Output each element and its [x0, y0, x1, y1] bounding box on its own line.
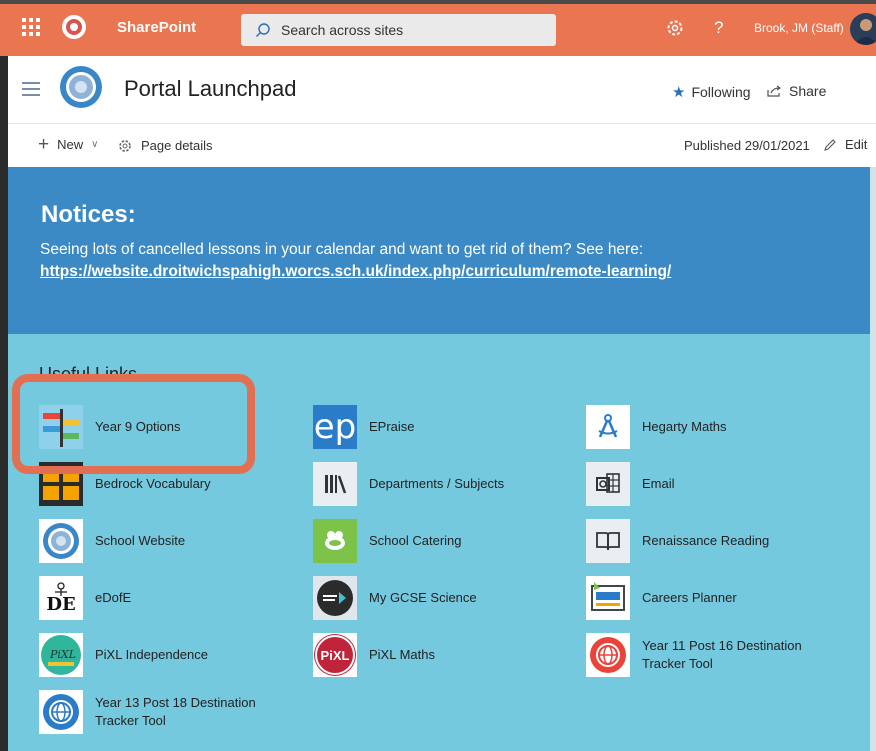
page-details-button[interactable]: Page details — [118, 138, 213, 153]
dofe-logo-text: DE — [46, 594, 76, 615]
star-icon: ★ — [672, 84, 686, 101]
pixl-independence-icon: PiXL — [39, 633, 83, 677]
suite-bar: SharePoint Search across sites ? Brook, … — [0, 0, 876, 56]
catering-icon — [313, 519, 357, 563]
command-bar: + New ∨ Page details Published 29/01/202… — [8, 124, 876, 167]
link-edofe[interactable]: DE eDofE — [39, 576, 131, 620]
link-departments-subjects[interactable]: Departments / Subjects — [313, 462, 504, 506]
link-epraise[interactable]: ep EPraise — [313, 405, 415, 449]
nav-menu-icon[interactable] — [22, 82, 40, 100]
link-label: Hegarty Maths — [642, 419, 727, 434]
gear-icon — [119, 139, 131, 152]
share-label: Share — [789, 83, 827, 99]
link-label: Careers Planner — [642, 590, 737, 605]
outlook-icon — [586, 462, 630, 506]
link-my-gcse-science[interactable]: My GCSE Science — [313, 576, 477, 620]
link-school-catering[interactable]: School Catering — [313, 519, 462, 563]
share-icon — [767, 85, 781, 97]
edit-button[interactable]: Edit — [823, 137, 867, 152]
link-label: Year 13 Post 18 Destination Tracker Tool — [95, 695, 256, 728]
chevron-down-icon: ∨ — [91, 139, 99, 150]
link-label: Renaissance Reading — [642, 533, 770, 548]
svg-text:PiXL: PiXL — [49, 648, 76, 661]
page-details-label: Page details — [141, 138, 213, 153]
link-hegarty-maths[interactable]: Hegarty Maths — [586, 405, 727, 449]
link-year-13-tracker[interactable]: Year 13 Post 18 Destination Tracker Tool — [39, 690, 265, 734]
link-careers-planner[interactable]: Careers Planner — [586, 576, 737, 620]
link-label: Bedrock Vocabulary — [95, 476, 211, 491]
link-bedrock-vocabulary[interactable]: Bedrock Vocabulary — [39, 462, 211, 506]
follow-label: Following — [691, 84, 751, 100]
bedrock-icon — [39, 462, 83, 506]
follow-button[interactable]: ★ Following — [672, 83, 751, 101]
site-logo-icon[interactable] — [58, 64, 104, 110]
dofe-icon: DE — [39, 576, 83, 620]
quick-links-section: Useful Links Year 9 Options ep EPraise H… — [8, 334, 870, 751]
link-year-9-options[interactable]: Year 9 Options — [39, 405, 181, 449]
user-name[interactable]: Brook, JM (Staff) — [754, 21, 844, 35]
app-launcher-icon[interactable] — [22, 18, 40, 36]
notices-body: Seeing lots of cancelled lessons in your… — [40, 241, 644, 258]
link-renaissance-reading[interactable]: Renaissance Reading — [586, 519, 769, 563]
signpost-icon — [39, 405, 83, 449]
link-pixl-maths[interactable]: PiXL PiXL Maths — [313, 633, 435, 677]
link-label: PiXL Independence — [95, 647, 209, 662]
site-title[interactable]: Portal Launchpad — [124, 76, 296, 102]
settings-gear-icon[interactable] — [666, 19, 684, 37]
epraise-icon: ep — [313, 405, 357, 449]
link-label: Year 11 Post 16 Destination Tracker Tool — [642, 638, 802, 671]
link-email[interactable]: Email — [586, 462, 675, 506]
link-year-11-tracker[interactable]: Year 11 Post 16 Destination Tracker Tool — [586, 633, 812, 677]
link-label: EPraise — [369, 419, 415, 434]
link-label: School Catering — [369, 533, 462, 548]
globe-blue-icon — [39, 690, 83, 734]
scrollbar[interactable] — [870, 167, 876, 751]
remote-learning-link[interactable]: https://website.droitwichspahigh.worcs.s… — [40, 263, 671, 280]
published-status: Published 29/01/2021 — [684, 138, 810, 153]
link-label: eDofE — [95, 590, 132, 605]
share-button[interactable]: Share — [767, 83, 826, 99]
edit-label: Edit — [845, 137, 868, 152]
quick-links-title: Useful Links — [39, 364, 138, 384]
gcse-science-icon — [313, 576, 357, 620]
books-icon — [313, 462, 357, 506]
search-input[interactable]: Search across sites — [241, 14, 556, 46]
pixl-maths-logo-text: PiXL — [320, 647, 350, 663]
link-school-website[interactable]: School Website — [39, 519, 185, 563]
search-icon — [256, 23, 270, 37]
app-name[interactable]: SharePoint — [117, 19, 196, 36]
plus-icon: + — [38, 133, 50, 155]
pixl-maths-icon: PiXL — [313, 633, 357, 677]
careers-icon — [586, 576, 630, 620]
pixl-badge: PiXL — [315, 635, 355, 675]
help-icon[interactable]: ? — [714, 18, 723, 38]
notices-section: Notices: Seeing lots of cancelled lesson… — [8, 167, 870, 334]
sharepoint-logo-icon[interactable] — [59, 12, 89, 42]
link-label: Email — [642, 476, 675, 491]
link-pixl-independence[interactable]: PiXL PiXL Independence — [39, 633, 208, 677]
new-label: New — [57, 137, 84, 152]
link-label: School Website — [95, 533, 186, 548]
notices-heading: Notices: — [41, 201, 136, 228]
pencil-icon — [824, 138, 836, 151]
link-label: Departments / Subjects — [369, 476, 505, 491]
link-label: Year 9 Options — [95, 419, 181, 434]
compass-icon — [586, 405, 630, 449]
new-button[interactable]: + New ∨ — [38, 133, 99, 155]
avatar[interactable] — [850, 13, 876, 45]
search-placeholder: Search across sites — [281, 22, 404, 38]
link-label: My GCSE Science — [369, 590, 477, 605]
book-icon — [586, 519, 630, 563]
link-label: PiXL Maths — [369, 647, 435, 662]
globe-red-icon — [586, 633, 630, 677]
notices-text: Seeing lots of cancelled lessons in your… — [40, 239, 840, 283]
site-header: Portal Launchpad ★ Following Share — [8, 56, 876, 124]
school-logo-icon — [39, 519, 83, 563]
